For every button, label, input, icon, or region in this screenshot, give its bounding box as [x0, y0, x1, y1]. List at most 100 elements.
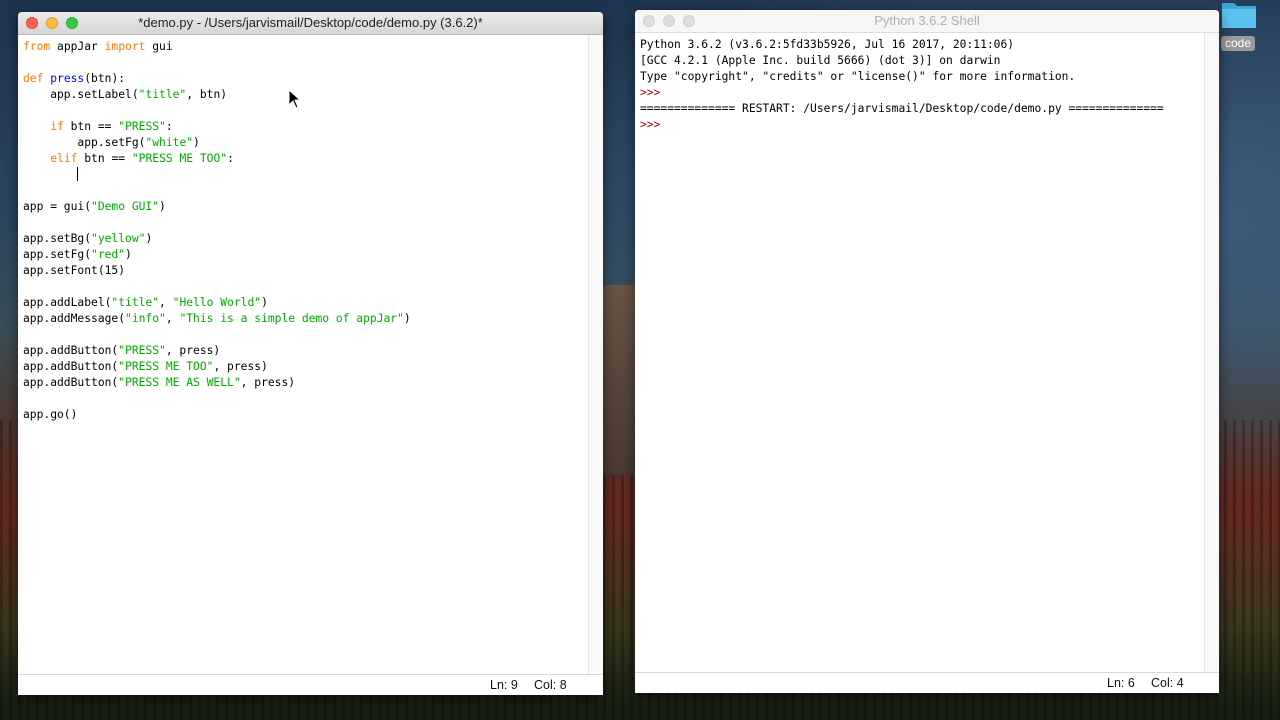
- window-title: *demo.py - /Users/jarvismail/Desktop/cod…: [138, 15, 483, 30]
- vertical-scrollbar[interactable]: [1204, 33, 1219, 673]
- code-line: app = gui("Demo GUI"): [23, 199, 411, 215]
- code-token: press: [50, 72, 85, 85]
- code-line: >>>: [640, 117, 1164, 133]
- code-token: ): [145, 232, 153, 245]
- code-token: "PRESS": [118, 120, 166, 133]
- code-token: , press): [165, 344, 221, 357]
- code-token: btn ==: [63, 120, 119, 133]
- code-token: app.setLabel(: [23, 88, 139, 101]
- code-line: app.setFg("white"): [23, 135, 411, 151]
- code-token: def: [23, 72, 44, 85]
- code-line: app.addButton("PRESS ME AS WELL", press): [23, 375, 411, 391]
- code-token: gui: [145, 40, 173, 53]
- shell-window: Python 3.6.2 Shell Python 3.6.2 (v3.6.2:…: [635, 10, 1219, 693]
- line-indicator: Ln: 9: [490, 678, 518, 692]
- code-token: app.addButton(: [23, 376, 119, 389]
- code-token: "title": [111, 296, 160, 309]
- code-token: ): [261, 296, 268, 309]
- folder-label[interactable]: code: [1221, 36, 1255, 51]
- code-token: app.addLabel(: [23, 296, 112, 309]
- code-token: ============== RESTART: /Users/jarvismai…: [640, 102, 1164, 115]
- code-token: Type "copyright", "credits" or "license(…: [640, 70, 1076, 83]
- code-token: "PRESS": [118, 344, 166, 357]
- code-line: def press(btn):: [23, 71, 411, 87]
- code-token: app.addButton(: [23, 344, 119, 357]
- code-line: app.addMessage("info", "This is a simple…: [23, 311, 411, 327]
- code-token: appJar: [50, 40, 105, 53]
- code-line: ============== RESTART: /Users/jarvismai…: [640, 101, 1164, 117]
- code-line: app.setLabel("title", btn): [23, 87, 411, 103]
- code-text[interactable]: from appJar import gui def press(btn): ap…: [23, 39, 411, 423]
- column-indicator: Col: 4: [1151, 676, 1184, 690]
- window-title: Python 3.6.2 Shell: [874, 13, 980, 28]
- shell-text[interactable]: Python 3.6.2 (v3.6.2:5fd33b5926, Jul 16 …: [640, 37, 1164, 133]
- status-bar: Ln: 6 Col: 4: [635, 672, 1219, 693]
- code-token: >>>: [640, 118, 661, 131]
- background-house: [600, 285, 640, 475]
- code-token: app.addMessage(: [23, 312, 126, 325]
- code-line: from appJar import gui: [23, 39, 411, 55]
- code-token: , btn): [186, 88, 228, 101]
- code-token: app.setFg(: [23, 248, 92, 261]
- code-token: "PRESS ME TOO": [131, 152, 228, 165]
- code-line: app.setFg("red"): [23, 247, 411, 263]
- code-token: app.go(): [23, 408, 78, 421]
- code-token: ): [159, 200, 166, 213]
- code-line: app.go(): [23, 407, 411, 423]
- vertical-scrollbar[interactable]: [588, 35, 603, 675]
- code-line: >>>: [640, 85, 1164, 101]
- code-token: from: [23, 40, 51, 53]
- code-token: "info": [125, 312, 166, 325]
- code-token: app.addButton(: [23, 360, 119, 373]
- shell-output[interactable]: Python 3.6.2 (v3.6.2:5fd33b5926, Jul 16 …: [635, 33, 1219, 673]
- code-token: >>>: [640, 86, 661, 99]
- code-token: import: [104, 40, 146, 53]
- code-token: app.setBg(: [23, 232, 92, 245]
- code-line: elif btn == "PRESS ME TOO":: [23, 151, 411, 167]
- line-indicator: Ln: 6: [1107, 676, 1135, 690]
- code-token: "white": [145, 136, 194, 149]
- code-token: ): [125, 248, 132, 261]
- code-token: "PRESS ME TOO": [118, 360, 214, 373]
- editor-titlebar[interactable]: *demo.py - /Users/jarvismail/Desktop/cod…: [18, 12, 603, 35]
- code-token: , press): [240, 376, 296, 389]
- code-line: app.addButton("PRESS", press): [23, 343, 411, 359]
- code-line: [23, 167, 411, 183]
- code-token: elif: [50, 152, 78, 165]
- code-line: app.setBg("yellow"): [23, 231, 411, 247]
- shell-titlebar[interactable]: Python 3.6.2 Shell: [635, 10, 1219, 33]
- code-token: ,: [165, 312, 180, 325]
- code-token: "PRESS ME AS WELL": [118, 376, 241, 389]
- code-token: app = gui(: [23, 200, 92, 213]
- code-token: ): [403, 312, 411, 325]
- code-token: :: [165, 120, 173, 133]
- code-token: app.setFont(15): [23, 264, 126, 277]
- code-token: ): [193, 136, 200, 149]
- editor-window: *demo.py - /Users/jarvismail/Desktop/cod…: [18, 12, 603, 695]
- code-token: "title": [138, 88, 187, 101]
- text-cursor: [77, 167, 79, 181]
- code-token: "Hello World": [172, 296, 262, 309]
- code-token: , press): [213, 360, 268, 373]
- folder-icon[interactable]: [1221, 0, 1257, 30]
- code-editor[interactable]: from appJar import gui def press(btn): ap…: [18, 35, 603, 675]
- code-token: "Demo GUI": [91, 200, 160, 213]
- code-token: ,: [159, 296, 173, 309]
- code-token: Python 3.6.2 (v3.6.2:5fd33b5926, Jul 16 …: [640, 38, 1015, 51]
- code-line: Python 3.6.2 (v3.6.2:5fd33b5926, Jul 16 …: [640, 37, 1164, 53]
- code-line: app.addButton("PRESS ME TOO", press): [23, 359, 411, 375]
- column-indicator: Col: 8: [534, 678, 567, 692]
- code-token: [GCC 4.2.1 (Apple Inc. build 5666) (dot …: [640, 54, 1001, 67]
- code-token: if: [50, 120, 64, 133]
- code-token: btn ==: [77, 152, 132, 165]
- code-token: "yellow": [91, 232, 146, 245]
- code-token: app.setFg(: [23, 136, 146, 149]
